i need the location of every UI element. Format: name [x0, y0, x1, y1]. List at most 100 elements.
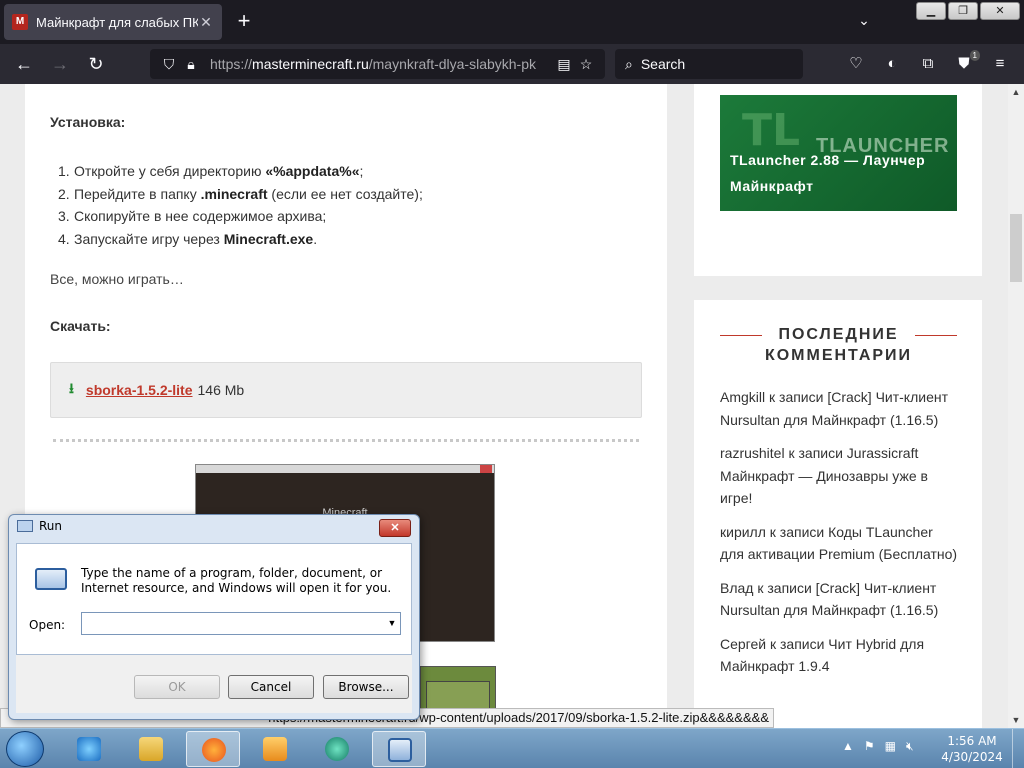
browser-navigation-bar: ← → ↻ ⛉ 🔒︎ https://masterminecraft.ru/ma… — [0, 44, 1024, 84]
system-clock[interactable]: 1:56 AM 4/30/2024 — [940, 733, 1004, 765]
open-label: Open: — [29, 618, 66, 632]
extension-darkmode-icon[interactable]: ◐ — [880, 52, 904, 76]
download-link[interactable]: sborka-1.5.2-lite — [86, 382, 193, 398]
scroll-thumb[interactable] — [1010, 214, 1022, 282]
internet-explorer-icon — [77, 737, 101, 761]
url-domain: masterminecraft.ru — [252, 56, 369, 72]
cancel-button[interactable]: Cancel — [228, 675, 314, 699]
firefox-icon — [202, 738, 226, 762]
dotted-divider — [53, 439, 639, 442]
recent-comment-link[interactable]: Сергей к записи Чит Hybrid для Майнкрафт… — [720, 633, 960, 678]
restore-button[interactable]: ❐ — [948, 2, 978, 20]
window-controls: ▁ ❐ ✕ — [916, 2, 1020, 20]
run-close-button[interactable]: ✕ — [379, 519, 411, 537]
ok-button[interactable]: OK — [134, 675, 220, 699]
system-tray: ▲ ⚑ ▦ 🔇︎ — [842, 739, 914, 754]
ready-text: Все, можно играть… — [50, 271, 184, 287]
minimize-button[interactable]: ▁ — [916, 2, 946, 20]
run-dialog: Run ✕ Type the name of a program, folder… — [8, 514, 420, 720]
step-bold-text: Minecraft.exe — [223, 230, 314, 247]
step-text-end: . — [313, 230, 318, 247]
recent-comment-link[interactable]: кирилл к записи Коды TLauncher для актив… — [720, 521, 960, 566]
network-icon[interactable]: ▦ — [885, 739, 896, 754]
tlauncher-banner[interactable]: TL TLAUNCHER TLauncher 2.88 — Лаунчер Ма… — [720, 95, 957, 211]
recent-comment-link[interactable]: Amgkill к записи [Crack] Чит-клиент Nurs… — [720, 386, 960, 431]
list-all-tabs-chevron-icon[interactable]: ⌄ — [852, 12, 876, 32]
tab-close-icon[interactable]: ✕ — [198, 14, 214, 31]
download-size: 146 Mb — [197, 382, 245, 398]
tab-title: Майнкрафт для слабых ПК - M — [36, 14, 198, 30]
taskbar-firefox[interactable] — [186, 731, 240, 767]
step-bold-text: .minecraft — [200, 185, 268, 202]
taskbar-internet-explorer[interactable] — [62, 731, 116, 767]
run-dialog-footer: OK Cancel Browse... — [16, 655, 412, 713]
run-title-icon — [17, 520, 33, 532]
install-heading: Установка: — [50, 114, 126, 130]
browser-tab[interactable]: M Майнкрафт для слабых ПК - M ✕ — [4, 4, 222, 40]
banner-title-link[interactable]: TLauncher 2.88 — Лаунчер Майнкрафт — [730, 147, 954, 199]
browse-button[interactable]: Browse... — [323, 675, 409, 699]
show-desktop-button[interactable] — [1012, 729, 1024, 768]
tracking-shield-icon[interactable]: ⛉ — [158, 56, 180, 73]
volume-muted-icon[interactable]: 🔇︎ — [906, 739, 914, 754]
address-bar[interactable]: ⛉ 🔒︎ https://masterminecraft.ru/maynkraf… — [150, 49, 605, 79]
run-dialog-body: Type the name of a program, folder, docu… — [16, 543, 412, 655]
new-tab-button[interactable]: + — [232, 10, 256, 34]
step-number: 1. — [58, 163, 70, 179]
url-scheme: https:// — [210, 56, 253, 72]
extension-badge: 1 — [969, 50, 980, 61]
start-button[interactable] — [6, 731, 44, 767]
pocket-icon[interactable]: ♡ — [844, 52, 868, 76]
dropdown-arrow-icon[interactable]: ▼ — [384, 613, 400, 634]
reader-view-icon[interactable]: ▤ — [553, 56, 575, 73]
scroll-up-arrow-icon[interactable]: ▲ — [1008, 84, 1024, 100]
comments-heading: ПОСЛЕДНИЕ КОММЕНТАРИИ — [764, 326, 913, 364]
recent-comment-link[interactable]: Влад к записи [Crack] Чит-клиент Nursult… — [720, 577, 960, 622]
extensions-puzzle-icon[interactable]: ⧉ — [916, 52, 940, 76]
download-box: ⭳ sborka-1.5.2-lite 146 Mb — [50, 362, 642, 418]
taskbar-app-teal[interactable] — [310, 731, 364, 767]
install-step: 4. Запускайте игру через Minecraft.exe. — [50, 228, 423, 251]
windows-taskbar: ▲ ⚑ ▦ 🔇︎ 1:56 AM 4/30/2024 — [0, 728, 1024, 768]
open-combobox[interactable]: ▼ — [81, 612, 401, 635]
lock-icon[interactable]: 🔒︎ — [180, 56, 202, 73]
recent-comments-list: Amgkill к записи [Crack] Чит-клиент Nurs… — [720, 386, 960, 689]
download-arrow-icon: ⭳ — [69, 380, 74, 396]
install-steps-list: 1. Откройте у себя директорию «%appdata%«… — [50, 160, 423, 250]
scroll-down-arrow-icon[interactable]: ▼ — [1008, 712, 1024, 728]
step-text: Скопируйте в нее содержимое архива; — [74, 208, 327, 224]
step-number: 4. — [58, 230, 70, 247]
search-icon: ⌕ — [625, 55, 633, 72]
run-taskbar-icon — [388, 738, 412, 762]
url-path: /maynkraft-dlya-slabykh-pk — [368, 56, 537, 72]
taskbar-media-player[interactable] — [248, 731, 302, 767]
recent-comment-link[interactable]: razrushitel к записи Jurassicraft Майнкр… — [720, 442, 960, 510]
step-bold-text: «%appdata%« — [265, 163, 360, 179]
taskbar-run[interactable] — [372, 731, 426, 767]
tray-expand-icon[interactable]: ▲ — [842, 739, 854, 754]
menu-hamburger-icon[interactable]: ≡ — [988, 52, 1012, 76]
action-center-flag-icon[interactable]: ⚑ — [864, 739, 875, 754]
screenshot-close-icon — [480, 465, 492, 473]
run-dialog-title: Run — [39, 519, 63, 533]
teal-app-icon — [325, 737, 349, 761]
taskbar-file-explorer[interactable] — [124, 731, 178, 767]
install-step: 1. Откройте у себя директорию «%appdata%«… — [50, 160, 423, 183]
run-dialog-titlebar[interactable]: Run — [17, 519, 62, 533]
bookmark-star-icon[interactable]: ☆ — [575, 56, 597, 73]
run-program-icon — [35, 568, 67, 590]
ublock-icon[interactable]: ⛊ 1 — [952, 50, 980, 76]
install-step: 2. Перейдите в папку .minecraft (если ее … — [50, 183, 423, 206]
search-bar[interactable]: ⌕ Search — [615, 49, 803, 79]
step-text: Откройте у себя директорию — [74, 163, 266, 179]
reload-icon[interactable]: ↻ — [84, 52, 108, 76]
page-scrollbar[interactable]: ▲ ▼ — [1008, 84, 1024, 728]
install-step: 3. Скопируйте в нее содержимое архива; — [50, 205, 423, 228]
clock-date: 4/30/2024 — [941, 750, 1003, 764]
sidebar-widget-comments: ПОСЛЕДНИЕ КОММЕНТАРИИ Amgkill к записи [… — [694, 300, 982, 728]
back-arrow-icon[interactable]: ← — [12, 52, 36, 76]
forward-arrow-icon[interactable]: → — [48, 52, 72, 76]
step-text-end: ; — [359, 163, 364, 179]
window-close-button[interactable]: ✕ — [980, 2, 1020, 20]
address-url[interactable]: https://masterminecraft.ru/maynkraft-dly… — [210, 56, 553, 72]
